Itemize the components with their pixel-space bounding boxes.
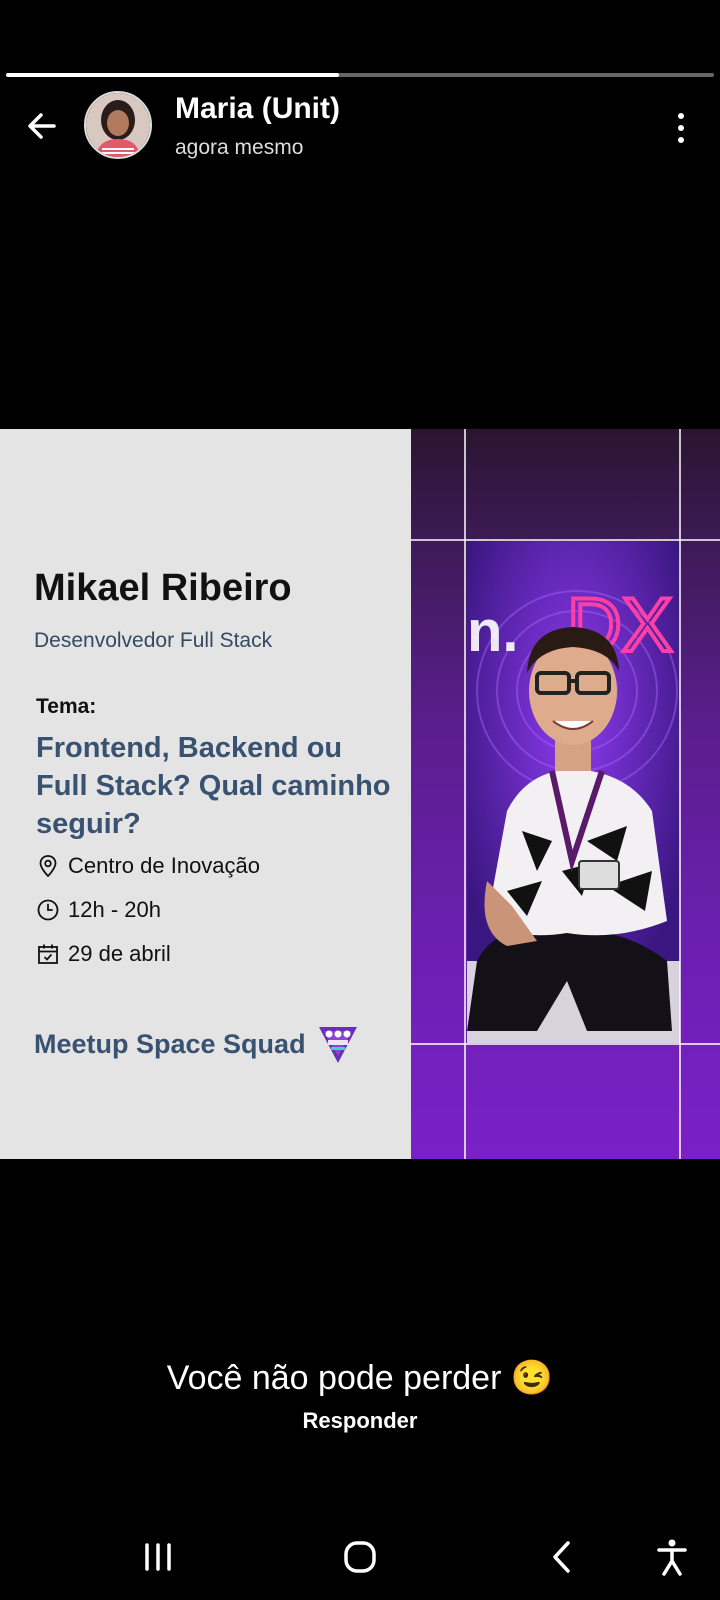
time-row: 12h - 20h bbox=[36, 897, 161, 923]
location-row: Centro de Inovação bbox=[36, 853, 260, 879]
more-vertical-icon bbox=[678, 113, 684, 119]
story-caption: Você não pode perder 😉 bbox=[166, 1359, 554, 1397]
speaker-name: Mikael Ribeiro bbox=[34, 567, 292, 609]
meetup-name: Meetup Space Squad bbox=[34, 1028, 306, 1059]
clock-icon bbox=[37, 899, 59, 921]
event-card-photo-panel: n. DX bbox=[411, 429, 720, 1159]
more-options-button[interactable] bbox=[664, 108, 698, 148]
speaker-illustration: n. DX bbox=[467, 541, 680, 1043]
avatar[interactable] bbox=[84, 91, 152, 159]
svg-text:n.: n. bbox=[467, 599, 519, 664]
reply-button[interactable]: Responder bbox=[0, 1408, 720, 1434]
tema-text: Frontend, Backend ou Full Stack? Qual ca… bbox=[36, 732, 391, 840]
system-navigation-bar bbox=[0, 1520, 720, 1600]
story-author-name[interactable]: Maria (Unit) bbox=[175, 92, 340, 126]
recents-button[interactable] bbox=[128, 1532, 188, 1582]
event-card-info: Mikael Ribeiro Desenvolvedor Full Stack … bbox=[0, 429, 411, 1159]
nav-back-icon bbox=[553, 1541, 570, 1573]
speaker-photo: n. DX bbox=[467, 541, 680, 1043]
home-button[interactable] bbox=[330, 1532, 390, 1582]
arrow-left-icon bbox=[28, 113, 56, 139]
date-row: 29 de abril bbox=[36, 941, 171, 967]
time-text: 12h - 20h bbox=[68, 897, 161, 922]
back-button[interactable] bbox=[20, 104, 64, 148]
story-progress-bar bbox=[6, 73, 714, 77]
tema-label: Tema: bbox=[36, 695, 97, 718]
story-progress-fill bbox=[6, 73, 339, 77]
home-icon bbox=[344, 1541, 376, 1573]
location-pin-icon bbox=[39, 855, 57, 878]
avatar-image bbox=[86, 93, 150, 157]
accessibility-button[interactable] bbox=[642, 1532, 702, 1582]
speaker-role: Desenvolvedor Full Stack bbox=[34, 629, 273, 652]
calendar-icon bbox=[38, 944, 58, 964]
space-squad-logo-icon bbox=[318, 1027, 357, 1063]
meetup-brand: Meetup Space Squad bbox=[34, 1023, 360, 1065]
nav-back-button[interactable] bbox=[532, 1532, 592, 1582]
location-text: Centro de Inovação bbox=[68, 853, 261, 878]
story-timestamp: agora mesmo bbox=[175, 136, 304, 159]
accessibility-icon bbox=[657, 1539, 687, 1576]
recents-icon bbox=[145, 1543, 171, 1571]
date-text: 29 de abril bbox=[68, 941, 171, 966]
story-image[interactable]: Mikael Ribeiro Desenvolvedor Full Stack … bbox=[0, 429, 720, 1159]
